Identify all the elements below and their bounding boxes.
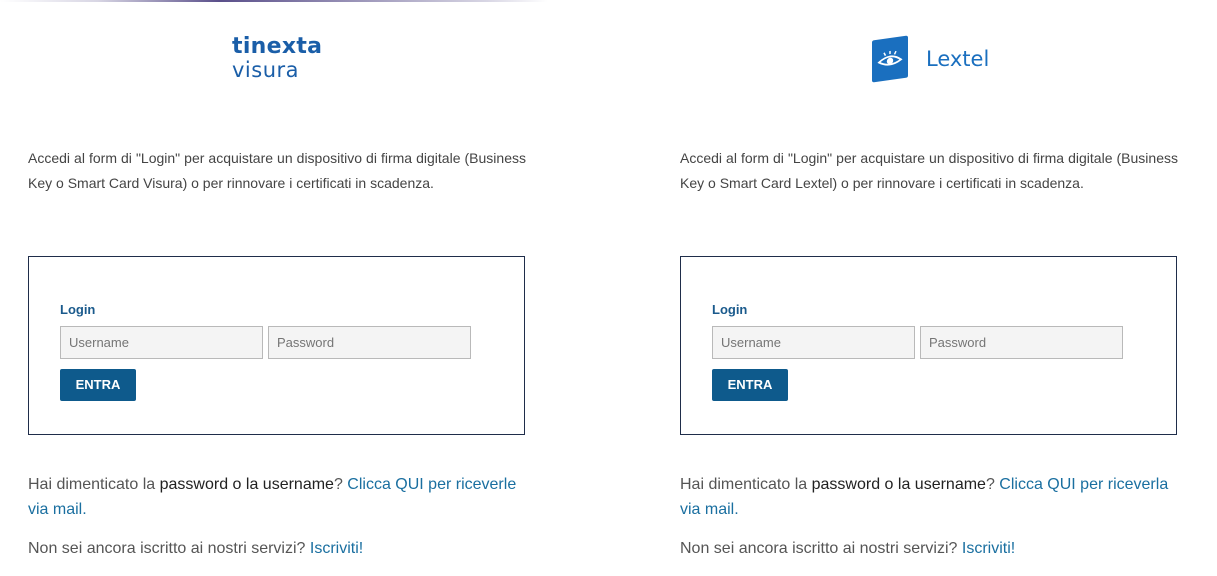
signup-text: Non sei ancora iscritto ai nostri serviz… bbox=[680, 536, 1180, 561]
login-box: Login ENTRA bbox=[680, 256, 1177, 435]
login-box: Login ENTRA bbox=[28, 256, 525, 435]
username-input[interactable] bbox=[712, 326, 915, 359]
password-input[interactable] bbox=[268, 326, 471, 359]
lextel-logo: Lextel bbox=[872, 35, 990, 83]
login-heading: Login bbox=[60, 302, 96, 317]
logo-line-tinexta: tinexta bbox=[232, 34, 323, 59]
lextel-name: Lextel bbox=[926, 47, 990, 71]
forgot-prefix: Hai dimenticato la bbox=[28, 476, 160, 493]
tinexta-visura-logo: tinexta visura bbox=[232, 34, 323, 83]
forgot-strong: password o la username bbox=[811, 476, 986, 493]
signup-prefix: Non sei ancora iscritto ai nostri serviz… bbox=[680, 540, 962, 557]
password-input[interactable] bbox=[920, 326, 1123, 359]
signup-text: Non sei ancora iscritto ai nostri serviz… bbox=[28, 536, 528, 561]
forgot-prefix: Hai dimenticato la bbox=[680, 476, 812, 493]
signup-link[interactable]: Iscriviti! bbox=[962, 540, 1015, 557]
enter-button[interactable]: ENTRA bbox=[60, 369, 136, 401]
top-accent-line bbox=[0, 0, 1217, 2]
logo-line-visura: visura bbox=[232, 58, 300, 82]
signup-link[interactable]: Iscriviti! bbox=[310, 540, 363, 557]
intro-text: Accedi al form di "Login" per acquistare… bbox=[28, 150, 526, 191]
forgot-question: ? bbox=[333, 476, 348, 493]
forgot-question: ? bbox=[985, 476, 1000, 493]
forgot-credentials-text: Hai dimenticato la password o la usernam… bbox=[680, 472, 1180, 522]
forgot-credentials-text: Hai dimenticato la password o la usernam… bbox=[28, 472, 528, 522]
username-input[interactable] bbox=[60, 326, 263, 359]
enter-button[interactable]: ENTRA bbox=[712, 369, 788, 401]
intro-text: Accedi al form di "Login" per acquistare… bbox=[680, 150, 1178, 191]
signup-prefix: Non sei ancora iscritto ai nostri serviz… bbox=[28, 540, 310, 557]
forgot-strong: password o la username bbox=[159, 476, 334, 493]
login-heading: Login bbox=[712, 302, 748, 317]
eye-icon bbox=[872, 35, 908, 83]
